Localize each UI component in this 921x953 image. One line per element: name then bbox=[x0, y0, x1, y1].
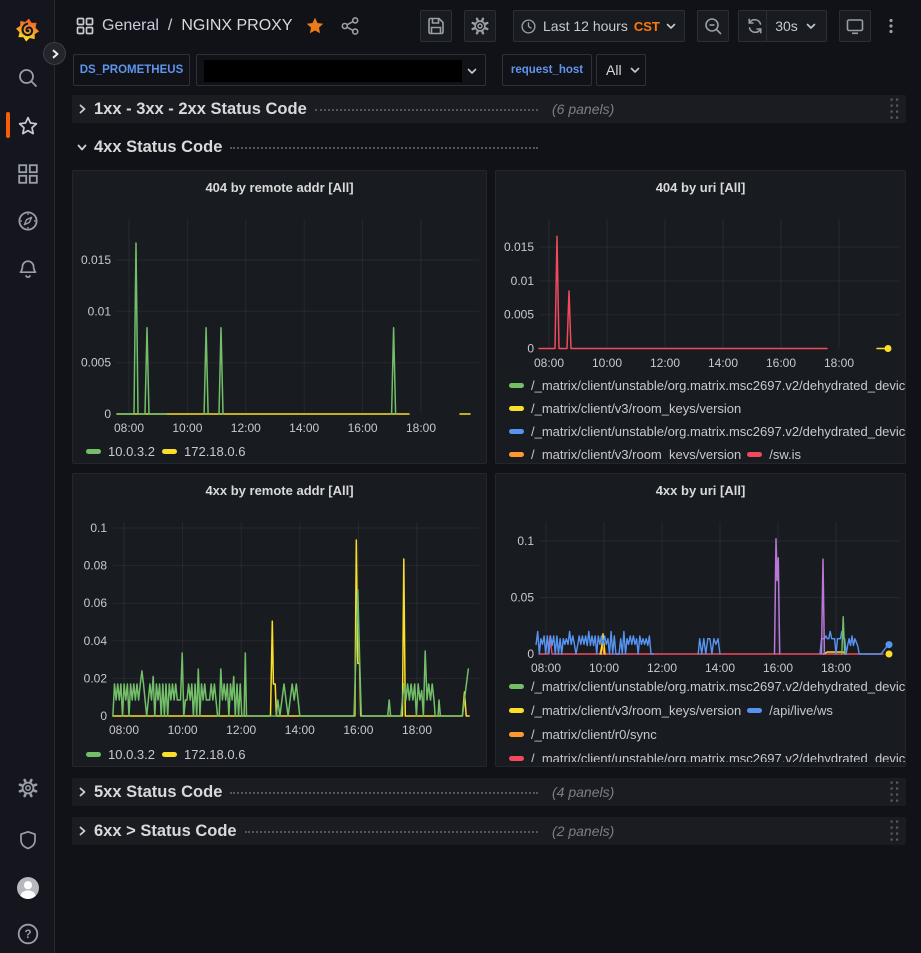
svg-text:0.01: 0.01 bbox=[511, 274, 535, 288]
svg-text:0.005: 0.005 bbox=[81, 356, 111, 370]
svg-text:10:00: 10:00 bbox=[172, 421, 202, 435]
svg-text:0.015: 0.015 bbox=[504, 240, 534, 254]
svg-text:12:00: 12:00 bbox=[231, 421, 261, 435]
svg-text:10:00: 10:00 bbox=[168, 723, 198, 737]
svg-text:?: ? bbox=[24, 929, 31, 941]
svg-text:0.05: 0.05 bbox=[511, 591, 535, 605]
svg-text:12:00: 12:00 bbox=[647, 661, 677, 675]
svg-text:12:00: 12:00 bbox=[650, 356, 680, 370]
svg-text:0.02: 0.02 bbox=[84, 671, 108, 685]
svg-text:0.1: 0.1 bbox=[517, 534, 534, 548]
svg-text:16:00: 16:00 bbox=[763, 661, 793, 675]
svg-text:10:00: 10:00 bbox=[589, 661, 619, 675]
svg-text:16:00: 16:00 bbox=[766, 356, 796, 370]
svg-text:0.1: 0.1 bbox=[90, 521, 107, 535]
svg-text:14:00: 14:00 bbox=[289, 421, 319, 435]
svg-text:0.005: 0.005 bbox=[504, 308, 534, 322]
svg-text:14:00: 14:00 bbox=[705, 661, 735, 675]
svg-text:0.08: 0.08 bbox=[84, 559, 108, 573]
svg-text:08:00: 08:00 bbox=[531, 661, 561, 675]
svg-text:14:00: 14:00 bbox=[708, 356, 738, 370]
svg-text:0: 0 bbox=[527, 647, 534, 661]
svg-text:08:00: 08:00 bbox=[534, 356, 564, 370]
svg-text:0.06: 0.06 bbox=[84, 596, 108, 610]
svg-text:0: 0 bbox=[527, 342, 534, 356]
svg-text:10:00: 10:00 bbox=[592, 356, 622, 370]
svg-text:18:00: 18:00 bbox=[824, 356, 854, 370]
svg-text:18:00: 18:00 bbox=[406, 421, 436, 435]
svg-text:0.04: 0.04 bbox=[84, 634, 108, 648]
svg-text:14:00: 14:00 bbox=[285, 723, 315, 737]
svg-text:0.015: 0.015 bbox=[81, 253, 111, 267]
svg-text:16:00: 16:00 bbox=[343, 723, 373, 737]
svg-text:16:00: 16:00 bbox=[348, 421, 378, 435]
svg-text:0.01: 0.01 bbox=[88, 304, 112, 318]
svg-text:18:00: 18:00 bbox=[402, 723, 432, 737]
svg-text:18:00: 18:00 bbox=[821, 661, 851, 675]
svg-text:08:00: 08:00 bbox=[114, 421, 144, 435]
svg-text:08:00: 08:00 bbox=[109, 723, 139, 737]
svg-text:12:00: 12:00 bbox=[226, 723, 256, 737]
svg-text:0: 0 bbox=[100, 709, 107, 723]
svg-text:0: 0 bbox=[104, 407, 111, 421]
